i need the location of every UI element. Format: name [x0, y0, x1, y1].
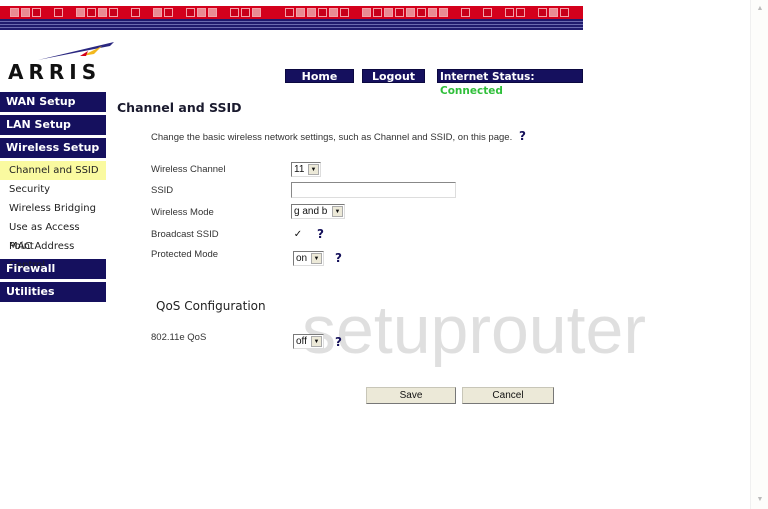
ssid-label: SSID — [151, 185, 174, 196]
qos-section-title: QoS Configuration — [156, 299, 266, 313]
chevron-down-icon: ▼ — [308, 164, 319, 175]
protected-mode-label: Protected Mode — [151, 249, 219, 260]
protected-mode-value: on — [296, 253, 308, 264]
sidebar-item-firewall[interactable]: Firewall — [0, 259, 106, 279]
banner-square — [21, 8, 30, 17]
banner-blue-stripe — [0, 19, 583, 30]
banner-square — [98, 8, 107, 17]
cancel-button[interactable]: Cancel — [462, 387, 554, 404]
banner-square — [186, 8, 195, 17]
banner-square — [76, 8, 85, 17]
banner-square — [109, 8, 118, 17]
banner-square — [329, 8, 338, 17]
banner-square — [549, 8, 558, 17]
broadcast-ssid-label: Broadcast SSID — [151, 229, 219, 240]
chevron-down-icon: ▼ — [311, 336, 322, 347]
status-label: Internet Status: — [440, 71, 535, 83]
banner-square — [384, 8, 393, 17]
banner-square — [252, 8, 261, 17]
banner-square — [241, 8, 250, 17]
banner-square — [10, 8, 19, 17]
banner-square — [164, 8, 173, 17]
help-icon[interactable]: ? — [335, 335, 342, 349]
banner-square — [417, 8, 426, 17]
help-icon[interactable]: ? — [335, 251, 342, 265]
banner-square — [560, 8, 569, 17]
arris-logo: ARRIS — [8, 40, 120, 84]
sidebar: WAN Setup LAN Setup Wireless Setup Chann… — [0, 92, 106, 305]
vertical-scrollbar[interactable]: ▲ ▼ — [750, 0, 768, 509]
banner-square — [285, 8, 294, 17]
protected-mode-select[interactable]: on ▼ — [293, 251, 324, 266]
banner-square — [439, 8, 448, 17]
banner-square — [153, 8, 162, 17]
sidebar-item-wireless-bridging[interactable]: Wireless Bridging — [0, 199, 106, 218]
sidebar-item-wireless-setup[interactable]: Wireless Setup — [0, 138, 106, 158]
sidebar-item-utilities[interactable]: Utilities — [0, 282, 106, 302]
save-button[interactable]: Save — [366, 387, 456, 404]
chevron-down-icon: ▼ — [332, 206, 343, 217]
banner-square — [208, 8, 217, 17]
qos-value: off — [296, 336, 307, 347]
page-description: Change the basic wireless network settin… — [151, 132, 513, 143]
banner-square — [32, 8, 41, 17]
banner-square — [373, 8, 382, 17]
banner-square — [406, 8, 415, 17]
wireless-mode-select[interactable]: g and b ▼ — [291, 204, 345, 219]
sidebar-item-wan-setup[interactable]: WAN Setup — [0, 92, 106, 112]
logo-text: ARRIS — [8, 60, 102, 84]
banner-square — [395, 8, 404, 17]
banner-square — [461, 8, 470, 17]
wireless-channel-label: Wireless Channel — [151, 164, 226, 175]
banner-square — [483, 8, 492, 17]
wireless-mode-label: Wireless Mode — [151, 207, 214, 218]
banner-square — [307, 8, 316, 17]
banner-square — [296, 8, 305, 17]
banner-square — [538, 8, 547, 17]
banner-square — [516, 8, 525, 17]
arris-swoosh-icon — [38, 42, 114, 60]
wireless-channel-select[interactable]: 11 ▼ — [291, 162, 321, 177]
help-icon[interactable]: ? — [317, 227, 324, 241]
scroll-down-arrow-icon[interactable]: ▼ — [753, 493, 767, 507]
help-icon[interactable]: ? — [519, 129, 526, 143]
sidebar-item-mac-address-control[interactable]: MAC Address Control — [0, 237, 106, 271]
sidebar-item-lan-setup[interactable]: LAN Setup — [0, 115, 106, 135]
sidebar-item-channel-and-ssid[interactable]: Channel and SSID — [0, 161, 106, 180]
banner-square — [340, 8, 349, 17]
qos-label: 802.11e QoS — [151, 332, 207, 343]
top-banner — [0, 6, 583, 30]
banner-square — [230, 8, 239, 17]
logout-button[interactable]: Logout — [362, 69, 425, 83]
status-value: Connected — [440, 85, 503, 97]
banner-square — [131, 8, 140, 17]
wireless-mode-value: g and b — [294, 206, 328, 217]
qos-select[interactable]: off ▼ — [293, 334, 324, 349]
banner-square — [428, 8, 437, 17]
sidebar-item-security[interactable]: Security — [0, 180, 106, 199]
watermark: setuprouter — [302, 292, 646, 368]
scroll-up-arrow-icon[interactable]: ▲ — [753, 2, 767, 16]
banner-square — [505, 8, 514, 17]
chevron-down-icon: ▼ — [311, 253, 322, 264]
internet-status: Internet Status: Connected — [437, 69, 583, 97]
wireless-channel-value: 11 — [294, 164, 305, 175]
page-title: Channel and SSID — [117, 100, 242, 115]
ssid-input[interactable] — [291, 182, 456, 198]
banner-square — [87, 8, 96, 17]
banner-square — [197, 8, 206, 17]
banner-square — [318, 8, 327, 17]
banner-red-stripe — [0, 6, 583, 19]
banner-square — [54, 8, 63, 17]
sidebar-item-access-point[interactable]: Use as Access Point — [0, 218, 106, 252]
broadcast-ssid-checkbox[interactable]: ✓ — [293, 230, 303, 240]
home-button[interactable]: Home — [285, 69, 354, 83]
banner-square — [362, 8, 371, 17]
